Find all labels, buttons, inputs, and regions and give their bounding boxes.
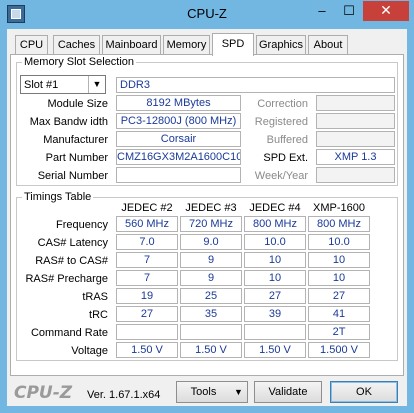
correction-field	[316, 95, 395, 111]
timings-column-header: JEDEC #4	[249, 202, 301, 214]
timings-group-title: Timings Table	[22, 191, 94, 203]
validate-button[interactable]: Validate	[254, 381, 322, 403]
timings-cell: 9.0	[180, 234, 242, 250]
timings-row-label: Command Rate	[30, 327, 108, 339]
timings-cell: 27	[308, 288, 370, 304]
manufacturer-label: Manufacturer	[43, 134, 108, 146]
timings-cell: 39	[244, 306, 306, 322]
timings-cell: 7	[116, 270, 178, 286]
week-year-field	[316, 167, 395, 183]
tab-graphics[interactable]: Graphics	[256, 35, 306, 54]
timings-cell: 10	[244, 270, 306, 286]
timings-cell: 27	[244, 288, 306, 304]
tab-memory[interactable]: Memory	[163, 35, 210, 54]
module-size-field: 8192 MBytes	[116, 95, 241, 111]
timings-cell: 2T	[308, 324, 370, 340]
cpuz-logo: CPU-Z	[14, 383, 73, 403]
timings-cell: 7	[116, 252, 178, 268]
timings-cell: 25	[180, 288, 242, 304]
part-number-field: CMZ16GX3M2A1600C10	[116, 149, 241, 165]
tab-about[interactable]: About	[308, 35, 348, 54]
close-button[interactable]: ✕	[363, 1, 409, 21]
timings-column-header: JEDEC #2	[121, 202, 173, 214]
timings-row-label: tRC	[89, 309, 108, 321]
timings-cell	[116, 324, 178, 340]
serial-number-field	[116, 167, 241, 183]
module-size-label: Module Size	[47, 98, 108, 110]
memory-slot-group-title: Memory Slot Selection	[22, 56, 137, 68]
timings-cell: 560 MHz	[116, 216, 178, 232]
week-year-label: Week/Year	[254, 170, 308, 182]
tools-button[interactable]: Tools	[176, 381, 231, 403]
spd-ext-label: SPD Ext.	[263, 152, 308, 164]
buffered-field	[316, 131, 395, 147]
registered-field	[316, 113, 395, 129]
maximize-button[interactable]: ☐	[336, 1, 362, 21]
timings-column-header: JEDEC #3	[185, 202, 237, 214]
timings-cell: 7.0	[116, 234, 178, 250]
timings-cell: 35	[180, 306, 242, 322]
timings-row-label: RAS# to CAS#	[35, 255, 108, 267]
ok-button[interactable]: OK	[330, 381, 398, 403]
version-label: Ver. 1.67.1.x64	[87, 389, 161, 401]
manufacturer-field: Corsair	[116, 131, 241, 147]
timings-cell: 1.500 V	[308, 342, 370, 358]
tools-dropdown-icon[interactable]: ▼	[230, 381, 248, 403]
tab-caches[interactable]: Caches	[53, 35, 100, 54]
tab-spd[interactable]: SPD	[212, 33, 254, 56]
timings-cell: 27	[116, 306, 178, 322]
minimize-button[interactable]: –	[309, 1, 335, 21]
timings-cell: 720 MHz	[180, 216, 242, 232]
max-bandwidth-label: Max Bandw idth	[29, 116, 108, 128]
timings-cell: 1.50 V	[180, 342, 242, 358]
spd-ext-field: XMP 1.3	[316, 149, 395, 165]
memory-type-field: DDR3	[116, 77, 395, 93]
timings-column-header: XMP-1600	[313, 202, 365, 214]
registered-label: Registered	[254, 116, 308, 128]
timings-cell: 10.0	[308, 234, 370, 250]
slot-select[interactable]: Slot #1 ▼	[20, 75, 106, 94]
timings-cell: 10.0	[244, 234, 306, 250]
chevron-down-icon[interactable]: ▼	[88, 76, 105, 93]
timings-cell: 10	[244, 252, 306, 268]
timings-cell: 10	[308, 270, 370, 286]
timings-cell: 800 MHz	[244, 216, 306, 232]
timings-row-label: tRAS	[82, 291, 108, 303]
part-number-label: Part Number	[45, 152, 108, 164]
timings-cell: 10	[308, 252, 370, 268]
max-bandwidth-field: PC3-12800J (800 MHz)	[116, 113, 241, 129]
serial-number-label: Serial Number	[37, 170, 108, 182]
timings-cell: 41	[308, 306, 370, 322]
correction-label: Correction	[257, 98, 308, 110]
timings-cell	[244, 324, 306, 340]
timings-cell: 19	[116, 288, 178, 304]
timings-row-label: CAS# Latency	[37, 237, 108, 249]
timings-cell	[180, 324, 242, 340]
tab-cpu[interactable]: CPU	[15, 35, 48, 54]
timings-row-label: Frequency	[56, 219, 108, 231]
buffered-label: Buffered	[266, 134, 308, 146]
timings-row-label: Voltage	[71, 345, 108, 357]
timings-cell: 1.50 V	[116, 342, 178, 358]
timings-cell: 9	[180, 270, 242, 286]
timings-cell: 9	[180, 252, 242, 268]
tab-mainboard[interactable]: Mainboard	[102, 35, 161, 54]
timings-row-label: RAS# Precharge	[25, 273, 108, 285]
slot-select-value: Slot #1	[24, 79, 59, 91]
timings-cell: 1.50 V	[244, 342, 306, 358]
timings-cell: 800 MHz	[308, 216, 370, 232]
